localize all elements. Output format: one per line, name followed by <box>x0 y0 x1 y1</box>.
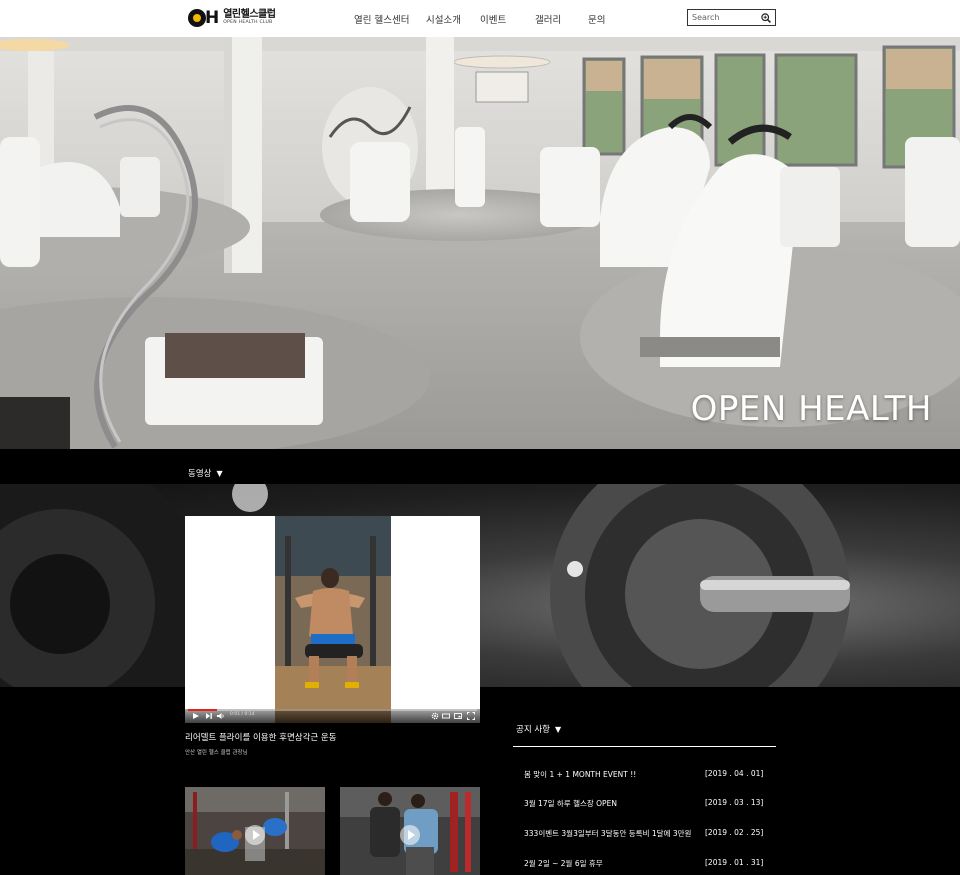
caret-down-icon: ▼ <box>554 725 562 734</box>
site-header: H 열린헬스클럽 OPEN HEALTH CLUB 열린 헬스센터 시설소개 이… <box>0 0 960 37</box>
nav-item-contact[interactable]: 문의 <box>588 12 605 26</box>
nav-item-events[interactable]: 이벤트 <box>480 12 506 26</box>
notice-item-date: [2019 . 03 . 13] <box>705 798 764 807</box>
video-controls: 0:01 / 0:14 <box>185 709 480 723</box>
notice-item-text: 봄 맞이 1 + 1 MONTH EVENT !! <box>524 770 637 779</box>
video-progress-bar[interactable] <box>188 709 477 711</box>
notice-item[interactable]: 봄 맞이 1 + 1 MONTH EVENT !! [2019 . 04 . 0… <box>524 769 764 781</box>
theater-mode-icon[interactable] <box>442 712 450 720</box>
video-frame[interactable] <box>275 516 391 723</box>
notice-item[interactable]: 2월 2일 ~ 2월 6일 휴무 [2019 . 01 . 31] <box>524 858 764 870</box>
page: H 열린헬스클럽 OPEN HEALTH CLUB 열린 헬스센터 시설소개 이… <box>0 0 960 875</box>
play-icon[interactable] <box>400 825 420 845</box>
dumbbell-background <box>0 484 960 687</box>
cast-icon[interactable] <box>454 712 462 720</box>
notice-item-text: 333이벤트 3월3일부터 3달동안 등록비 1달에 3만원 <box>524 829 692 838</box>
search-box <box>687 9 776 26</box>
main-nav: 열린 헬스센터 시설소개 이벤트 갤러리 문의 <box>0 12 960 26</box>
dumbbell-photo <box>0 484 850 687</box>
search-input[interactable] <box>692 11 758 24</box>
play-icon[interactable] <box>192 712 200 720</box>
video-title[interactable]: 리어델트 플라이를 이용한 후면삼각근 운동 <box>185 731 337 743</box>
video-subtitle: 안산 열린 헬스 클럽 관장님 <box>185 750 248 756</box>
notice-divider <box>513 746 776 747</box>
hero-banner: OPEN HEALTH <box>0 37 960 449</box>
hero-gym-photo <box>0 37 960 449</box>
nav-item-gallery[interactable]: 갤러리 <box>535 12 561 26</box>
video-time: 0:01 / 0:14 <box>230 712 255 717</box>
video-section-label: 동영상 <box>188 469 212 479</box>
hero-title: OPEN HEALTH <box>690 389 932 429</box>
notice-item[interactable]: 333이벤트 3월3일부터 3달동안 등록비 1달에 3만원 [2019 . 0… <box>524 828 764 840</box>
search-icon[interactable] <box>761 13 771 23</box>
play-icon[interactable] <box>245 825 265 845</box>
notice-section-label: 공지 사항 <box>516 725 550 735</box>
notice-section-title[interactable]: 공지 사항 ▼ <box>516 723 561 735</box>
notice-item[interactable]: 3월 17일 하루 헬스장 OPEN [2019 . 03 . 13] <box>524 798 764 810</box>
settings-gear-icon[interactable] <box>431 712 439 720</box>
notice-item-date: [2019 . 01 . 31] <box>705 858 764 867</box>
video-progress-fill <box>188 709 217 711</box>
next-icon[interactable] <box>205 712 213 720</box>
video-thumbnail-1[interactable] <box>185 787 325 875</box>
notice-item-text: 2월 2일 ~ 2월 6일 휴무 <box>524 859 603 868</box>
notice-item-date: [2019 . 04 . 01] <box>705 769 764 778</box>
volume-icon[interactable] <box>217 712 225 720</box>
notice-item-date: [2019 . 02 . 25] <box>705 828 764 837</box>
video-thumbnail-2[interactable] <box>340 787 480 875</box>
video-workout-image <box>275 516 391 723</box>
nav-item-center[interactable]: 열린 헬스센터 <box>354 12 409 26</box>
video-section-title[interactable]: 동영상 ▼ <box>188 467 223 479</box>
video-player[interactable]: 0:01 / 0:14 <box>185 516 480 723</box>
fullscreen-icon[interactable] <box>467 712 475 720</box>
nav-item-facilities[interactable]: 시설소개 <box>426 12 461 26</box>
caret-down-icon: ▼ <box>216 469 223 478</box>
notice-item-text: 3월 17일 하루 헬스장 OPEN <box>524 799 617 808</box>
